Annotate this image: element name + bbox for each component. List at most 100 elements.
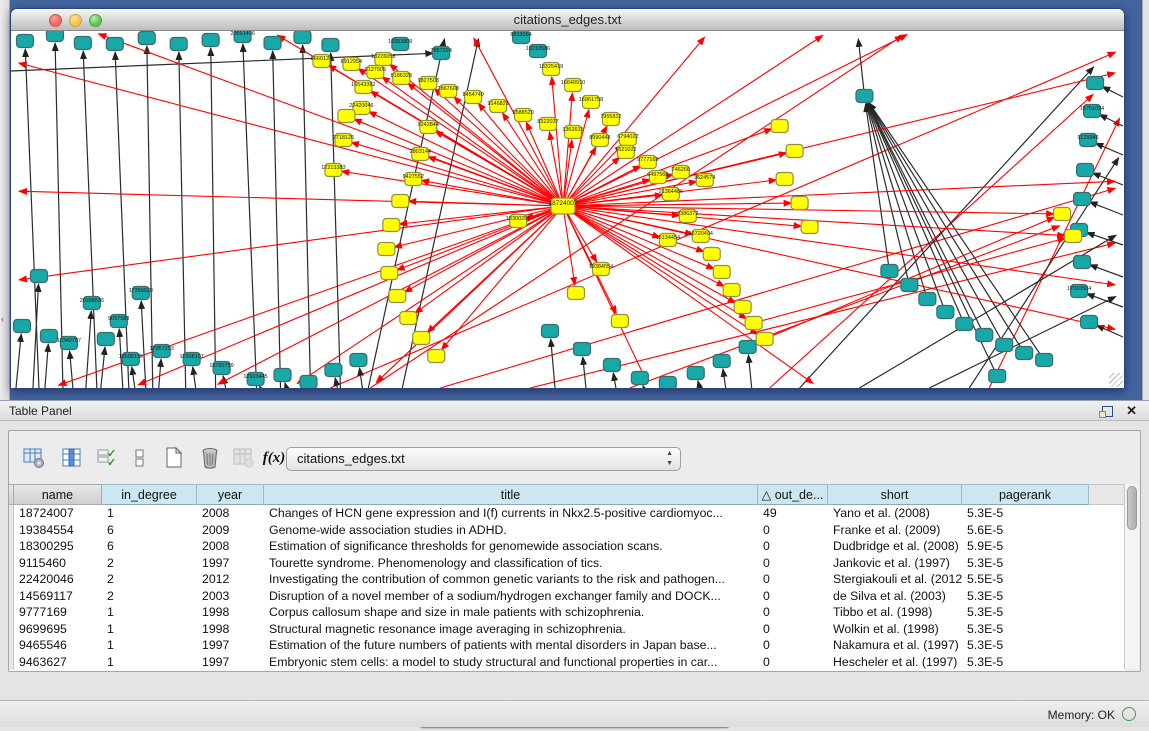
graph-node[interactable] xyxy=(378,243,395,256)
graph-node[interactable]: 17957253 xyxy=(150,345,174,358)
graph-node[interactable]: 2867608 xyxy=(438,85,459,98)
left-panel-edge[interactable]: ‹ xyxy=(0,0,10,400)
select-rows-icon[interactable]: ✓✓ xyxy=(94,445,120,471)
graph-node[interactable] xyxy=(745,317,762,330)
table-row[interactable]: 946554611997Estimation of the future num… xyxy=(9,637,1125,654)
column-header-name[interactable]: name xyxy=(14,484,102,505)
graph-node[interactable]: 9097588 xyxy=(108,315,129,328)
graph-node[interactable]: 9129946 xyxy=(1077,134,1098,147)
graph-node[interactable] xyxy=(937,306,954,319)
graph-node[interactable]: 16961758 xyxy=(579,96,603,109)
graph-node[interactable]: 9146821 xyxy=(487,100,508,113)
graph-node[interactable] xyxy=(771,120,788,133)
table-vertical-scrollbar[interactable] xyxy=(1124,484,1139,669)
graph-node[interactable] xyxy=(976,329,993,342)
graph-node[interactable]: 2803144 xyxy=(410,148,431,161)
graph-node[interactable] xyxy=(294,31,311,44)
graph-node[interactable]: 15134454 xyxy=(656,234,680,247)
graph-node[interactable] xyxy=(568,287,585,300)
table-row[interactable]: 977716911998Corpus callosum shape and si… xyxy=(9,604,1125,621)
graph-node[interactable]: 1362615 xyxy=(562,126,583,139)
graph-node[interactable] xyxy=(389,290,406,303)
delete-column-icon[interactable] xyxy=(197,445,223,471)
graph-node[interactable] xyxy=(996,339,1013,352)
graph-node[interactable]: 17016504 xyxy=(1067,285,1091,298)
graph-node[interactable] xyxy=(300,376,317,389)
graph-node[interactable] xyxy=(739,341,756,354)
graph-node[interactable] xyxy=(274,369,291,382)
column-header-short[interactable]: short xyxy=(828,484,962,505)
graph-node[interactable] xyxy=(919,293,936,306)
graph-node[interactable]: 6497568 xyxy=(647,171,668,184)
graph-node[interactable]: 19218586 xyxy=(526,45,550,58)
graph-node[interactable] xyxy=(97,333,114,346)
table-row[interactable]: 969969511998Structural magnetic resonanc… xyxy=(9,621,1125,638)
graph-node[interactable]: 9127505 xyxy=(365,66,386,79)
graph-node[interactable]: 9242844 xyxy=(418,121,439,134)
graph-node[interactable]: 18300295 xyxy=(506,215,530,228)
graph-node[interactable]: 8912954 xyxy=(341,58,362,71)
column-header-title[interactable]: title xyxy=(264,484,758,505)
graph-node[interactable]: 15751024 xyxy=(1080,105,1104,118)
column-header-out-degree[interactable]: △ out_de... xyxy=(758,484,828,505)
graph-node[interactable]: 19384554 xyxy=(589,263,613,276)
graph-node[interactable]: 8186328 xyxy=(391,72,412,85)
show-column-icon[interactable] xyxy=(59,445,85,471)
table-row[interactable]: 1872400712008Changes of HCN gene express… xyxy=(9,505,1125,522)
graph-node[interactable]: 8813054 xyxy=(510,31,531,44)
float-panel-icon[interactable] xyxy=(1102,406,1113,417)
table-selector-dropdown[interactable]: citations_edges.txt ▲▼ xyxy=(286,447,681,471)
graph-node[interactable] xyxy=(74,37,91,50)
graph-node[interactable] xyxy=(428,350,445,363)
graph-node[interactable]: 18325419 xyxy=(539,63,563,76)
graph-node[interactable] xyxy=(1074,256,1091,269)
graph-node[interactable]: 8454749 xyxy=(462,91,483,104)
table-row[interactable]: 1830029562008Estimation of significance … xyxy=(9,538,1125,555)
graph-node[interactable]: 21364486 xyxy=(659,188,683,201)
graph-node[interactable]: 16782759 xyxy=(209,362,233,375)
graph-node[interactable]: 20206536 xyxy=(80,297,104,310)
graph-node[interactable] xyxy=(1077,164,1094,177)
graph-node[interactable] xyxy=(338,110,355,123)
scrollbar-thumb[interactable] xyxy=(1127,486,1137,530)
graph-node[interactable] xyxy=(138,32,155,45)
graph-node[interactable]: 3624574 xyxy=(694,174,715,187)
graph-node[interactable]: 1588520 xyxy=(512,109,533,122)
graph-node[interactable] xyxy=(413,332,430,345)
graph-node[interactable] xyxy=(713,266,730,279)
graph-node[interactable] xyxy=(40,330,57,343)
window-titlebar[interactable]: citations_edges.txt xyxy=(11,9,1124,31)
graph-node[interactable] xyxy=(723,284,740,297)
column-header-pagerank[interactable]: pagerank xyxy=(962,484,1089,505)
graph-node[interactable]: 16958107 xyxy=(179,353,203,366)
table-row[interactable]: 1456911722003Disruption of a novel membe… xyxy=(9,588,1125,605)
graph-node[interactable]: 2718126 xyxy=(333,134,354,147)
graph-node[interactable] xyxy=(170,38,187,51)
graph-node[interactable] xyxy=(381,267,398,280)
graph-node[interactable] xyxy=(400,312,417,325)
create-column-icon[interactable] xyxy=(161,445,187,471)
graph-node[interactable] xyxy=(901,279,918,292)
graph-node[interactable] xyxy=(202,34,219,47)
graph-node[interactable] xyxy=(30,270,47,283)
graph-node[interactable] xyxy=(264,37,281,50)
graph-node[interactable] xyxy=(611,315,628,328)
graph-node[interactable]: 7955812 xyxy=(600,113,621,126)
table-row[interactable]: 2242004622012Investigating the contribut… xyxy=(9,571,1125,588)
graph-node[interactable]: 8660124 xyxy=(311,55,332,68)
graph-node[interactable]: 13505135 xyxy=(119,353,143,366)
splitter-collapse-icon[interactable]: ‹ xyxy=(1,314,4,324)
graph-node[interactable] xyxy=(542,325,559,338)
graph-node[interactable] xyxy=(573,343,590,356)
graph-node[interactable] xyxy=(1065,230,1082,243)
graph-node[interactable] xyxy=(106,38,123,51)
graph-node[interactable]: 7857224 xyxy=(431,47,452,60)
graph-node[interactable]: 17359928 xyxy=(129,287,153,300)
graph-node[interactable] xyxy=(392,195,409,208)
table-row[interactable]: 911546021997Tourette syndrome. Phenomeno… xyxy=(9,555,1125,572)
graph-node[interactable]: 12213383 xyxy=(321,164,345,177)
graph-node[interactable] xyxy=(631,372,648,385)
graph-node[interactable] xyxy=(1054,208,1071,221)
close-panel-icon[interactable]: ✕ xyxy=(1126,403,1137,419)
graph-node[interactable]: 9777169 xyxy=(637,156,658,169)
